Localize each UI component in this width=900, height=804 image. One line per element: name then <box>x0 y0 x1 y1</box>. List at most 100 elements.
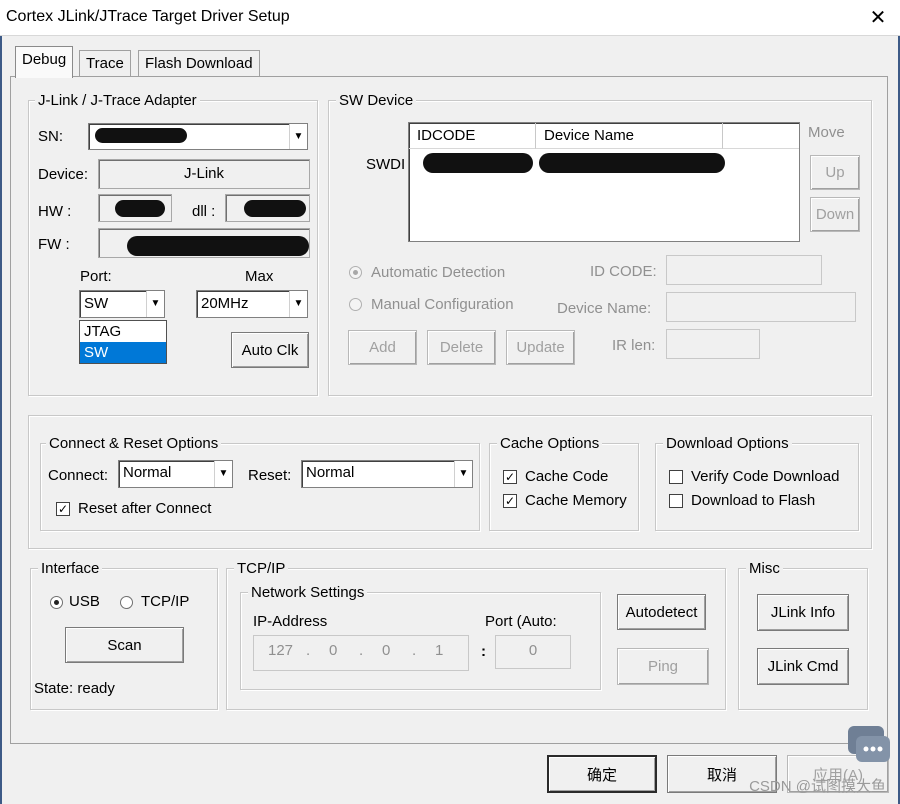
move-label: Move <box>808 124 845 141</box>
tab-flash-download[interactable]: Flash Download <box>138 50 260 78</box>
title-bar: Cortex JLink/JTrace Target Driver Setup … <box>0 0 900 36</box>
sn-label: SN: <box>38 128 64 145</box>
dll-redaction <box>244 200 306 217</box>
jlink-cmd-button[interactable]: JLink Cmd <box>757 648 849 685</box>
ok-button[interactable]: 确定 <box>547 755 657 793</box>
ip-octet-2: 0 <box>329 642 338 659</box>
port-combobox[interactable]: SW ▼ <box>79 290 165 318</box>
usb-radio[interactable] <box>50 596 63 609</box>
tcpip-radio-label: TCP/IP <box>141 593 190 610</box>
cache-code-checkbox[interactable]: ✓ <box>503 470 517 484</box>
connect-reset-group-label: Connect & Reset Options <box>46 435 222 453</box>
ip-dot: . <box>412 642 417 659</box>
fw-redaction <box>127 236 309 256</box>
cache-memory-label: Cache Memory <box>525 492 627 509</box>
port-option-jtag[interactable]: JTAG <box>80 321 166 342</box>
port-dropdown-list[interactable]: JTAG SW <box>79 320 167 364</box>
cache-options-group-label: Cache Options <box>497 435 603 453</box>
scan-button[interactable]: Scan <box>65 627 184 663</box>
add-button[interactable]: Add <box>348 330 417 365</box>
ip-dot: . <box>306 642 311 659</box>
dll-field <box>225 194 310 222</box>
reset-after-connect-label: Reset after Connect <box>78 500 212 517</box>
verify-code-download-label: Verify Code Download <box>691 468 840 485</box>
device-name-input[interactable] <box>666 292 856 322</box>
ip-octet-4: 1 <box>435 642 444 659</box>
column-header-idcode[interactable]: IDCODE <box>409 123 536 149</box>
delete-button[interactable]: Delete <box>427 330 496 365</box>
adapter-group-label: J-Link / J-Trace Adapter <box>35 92 200 110</box>
ip-address-input[interactable]: 127 . 0 . 0 . 1 <box>253 635 469 671</box>
max-clock-combobox[interactable]: 20MHz ▼ <box>196 290 308 318</box>
move-up-button[interactable]: Up <box>810 155 860 190</box>
chevron-down-icon[interactable]: ▼ <box>289 291 307 317</box>
hw-field <box>98 194 172 222</box>
auto-clk-button[interactable]: Auto Clk <box>231 332 309 368</box>
column-header-empty <box>723 123 799 149</box>
window-title: Cortex JLink/JTrace Target Driver Setup <box>6 8 290 25</box>
ir-len-input[interactable] <box>666 329 760 359</box>
ip-octet-3: 0 <box>382 642 391 659</box>
connect-combobox[interactable]: Normal ▼ <box>118 460 233 488</box>
update-button[interactable]: Update <box>506 330 575 365</box>
ip-address-label: IP-Address <box>253 613 328 630</box>
tcpip-group-label: TCP/IP <box>234 560 289 578</box>
automatic-detection-radio[interactable] <box>349 266 362 279</box>
misc-group-label: Misc <box>746 560 783 578</box>
chevron-down-icon[interactable]: ▼ <box>289 124 307 149</box>
id-code-label: ID CODE: <box>590 263 657 280</box>
fw-field <box>98 228 310 258</box>
download-options-group-label: Download Options <box>663 435 792 453</box>
column-header-device-name[interactable]: Device Name <box>536 123 723 149</box>
interface-group-label: Interface <box>38 560 103 578</box>
device-name-label: Device Name: <box>557 300 652 317</box>
cache-options-group <box>489 443 639 531</box>
autodetect-button[interactable]: Autodetect <box>617 594 706 630</box>
reset-combobox[interactable]: Normal ▼ <box>301 460 473 488</box>
hw-redaction <box>115 200 165 217</box>
reset-after-connect-checkbox[interactable]: ✓ <box>56 502 70 516</box>
ping-button[interactable]: Ping <box>617 648 709 685</box>
reset-value: Normal <box>306 464 355 481</box>
download-to-flash-checkbox[interactable] <box>669 494 683 508</box>
port-value: SW <box>84 295 109 312</box>
connect-value: Normal <box>123 464 172 481</box>
download-to-flash-label: Download to Flash <box>691 492 816 509</box>
state-text: State: ready <box>34 680 115 697</box>
automatic-detection-label: Automatic Detection <box>371 264 506 281</box>
move-down-button[interactable]: Down <box>810 197 860 232</box>
id-code-input[interactable] <box>666 255 822 285</box>
verify-code-download-checkbox[interactable] <box>669 470 683 484</box>
max-label: Max <box>245 268 274 285</box>
chevron-down-icon[interactable]: ▼ <box>454 461 472 487</box>
cache-memory-checkbox[interactable]: ✓ <box>503 494 517 508</box>
tab-trace[interactable]: Trace <box>79 50 131 78</box>
connect-label: Connect: <box>48 467 109 484</box>
device-label: Device: <box>38 166 89 183</box>
reset-label: Reset: <box>248 467 292 484</box>
swdi-label: SWDI <box>366 156 406 173</box>
chevron-down-icon[interactable]: ▼ <box>146 291 164 317</box>
cache-code-label: Cache Code <box>525 468 609 485</box>
sn-redaction <box>95 128 187 143</box>
network-settings-group-label: Network Settings <box>248 584 368 602</box>
hw-label: HW : <box>38 203 72 220</box>
ip-dot: . <box>359 642 364 659</box>
ir-len-label: IR len: <box>612 337 656 354</box>
idcode-redaction <box>423 153 533 173</box>
chevron-down-icon[interactable]: ▼ <box>214 461 232 487</box>
ip-octet-1: 127 <box>268 642 294 659</box>
manual-configuration-radio[interactable] <box>349 298 362 311</box>
close-button[interactable]: ✕ <box>866 6 890 30</box>
sw-device-list[interactable]: IDCODE Device Name <box>408 122 800 242</box>
tcpip-radio[interactable] <box>120 596 133 609</box>
tcp-port-input[interactable]: 0 <box>495 635 571 669</box>
jlink-info-button[interactable]: JLink Info <box>757 594 849 631</box>
tcp-port-value: 0 <box>528 642 538 659</box>
port-label: Port: <box>80 268 112 285</box>
port-option-sw[interactable]: SW <box>80 342 166 363</box>
usb-label: USB <box>69 593 100 610</box>
tab-debug[interactable]: Debug <box>15 46 74 78</box>
sn-combobox[interactable]: ▼ <box>88 123 308 150</box>
port-colon: : <box>481 643 486 660</box>
